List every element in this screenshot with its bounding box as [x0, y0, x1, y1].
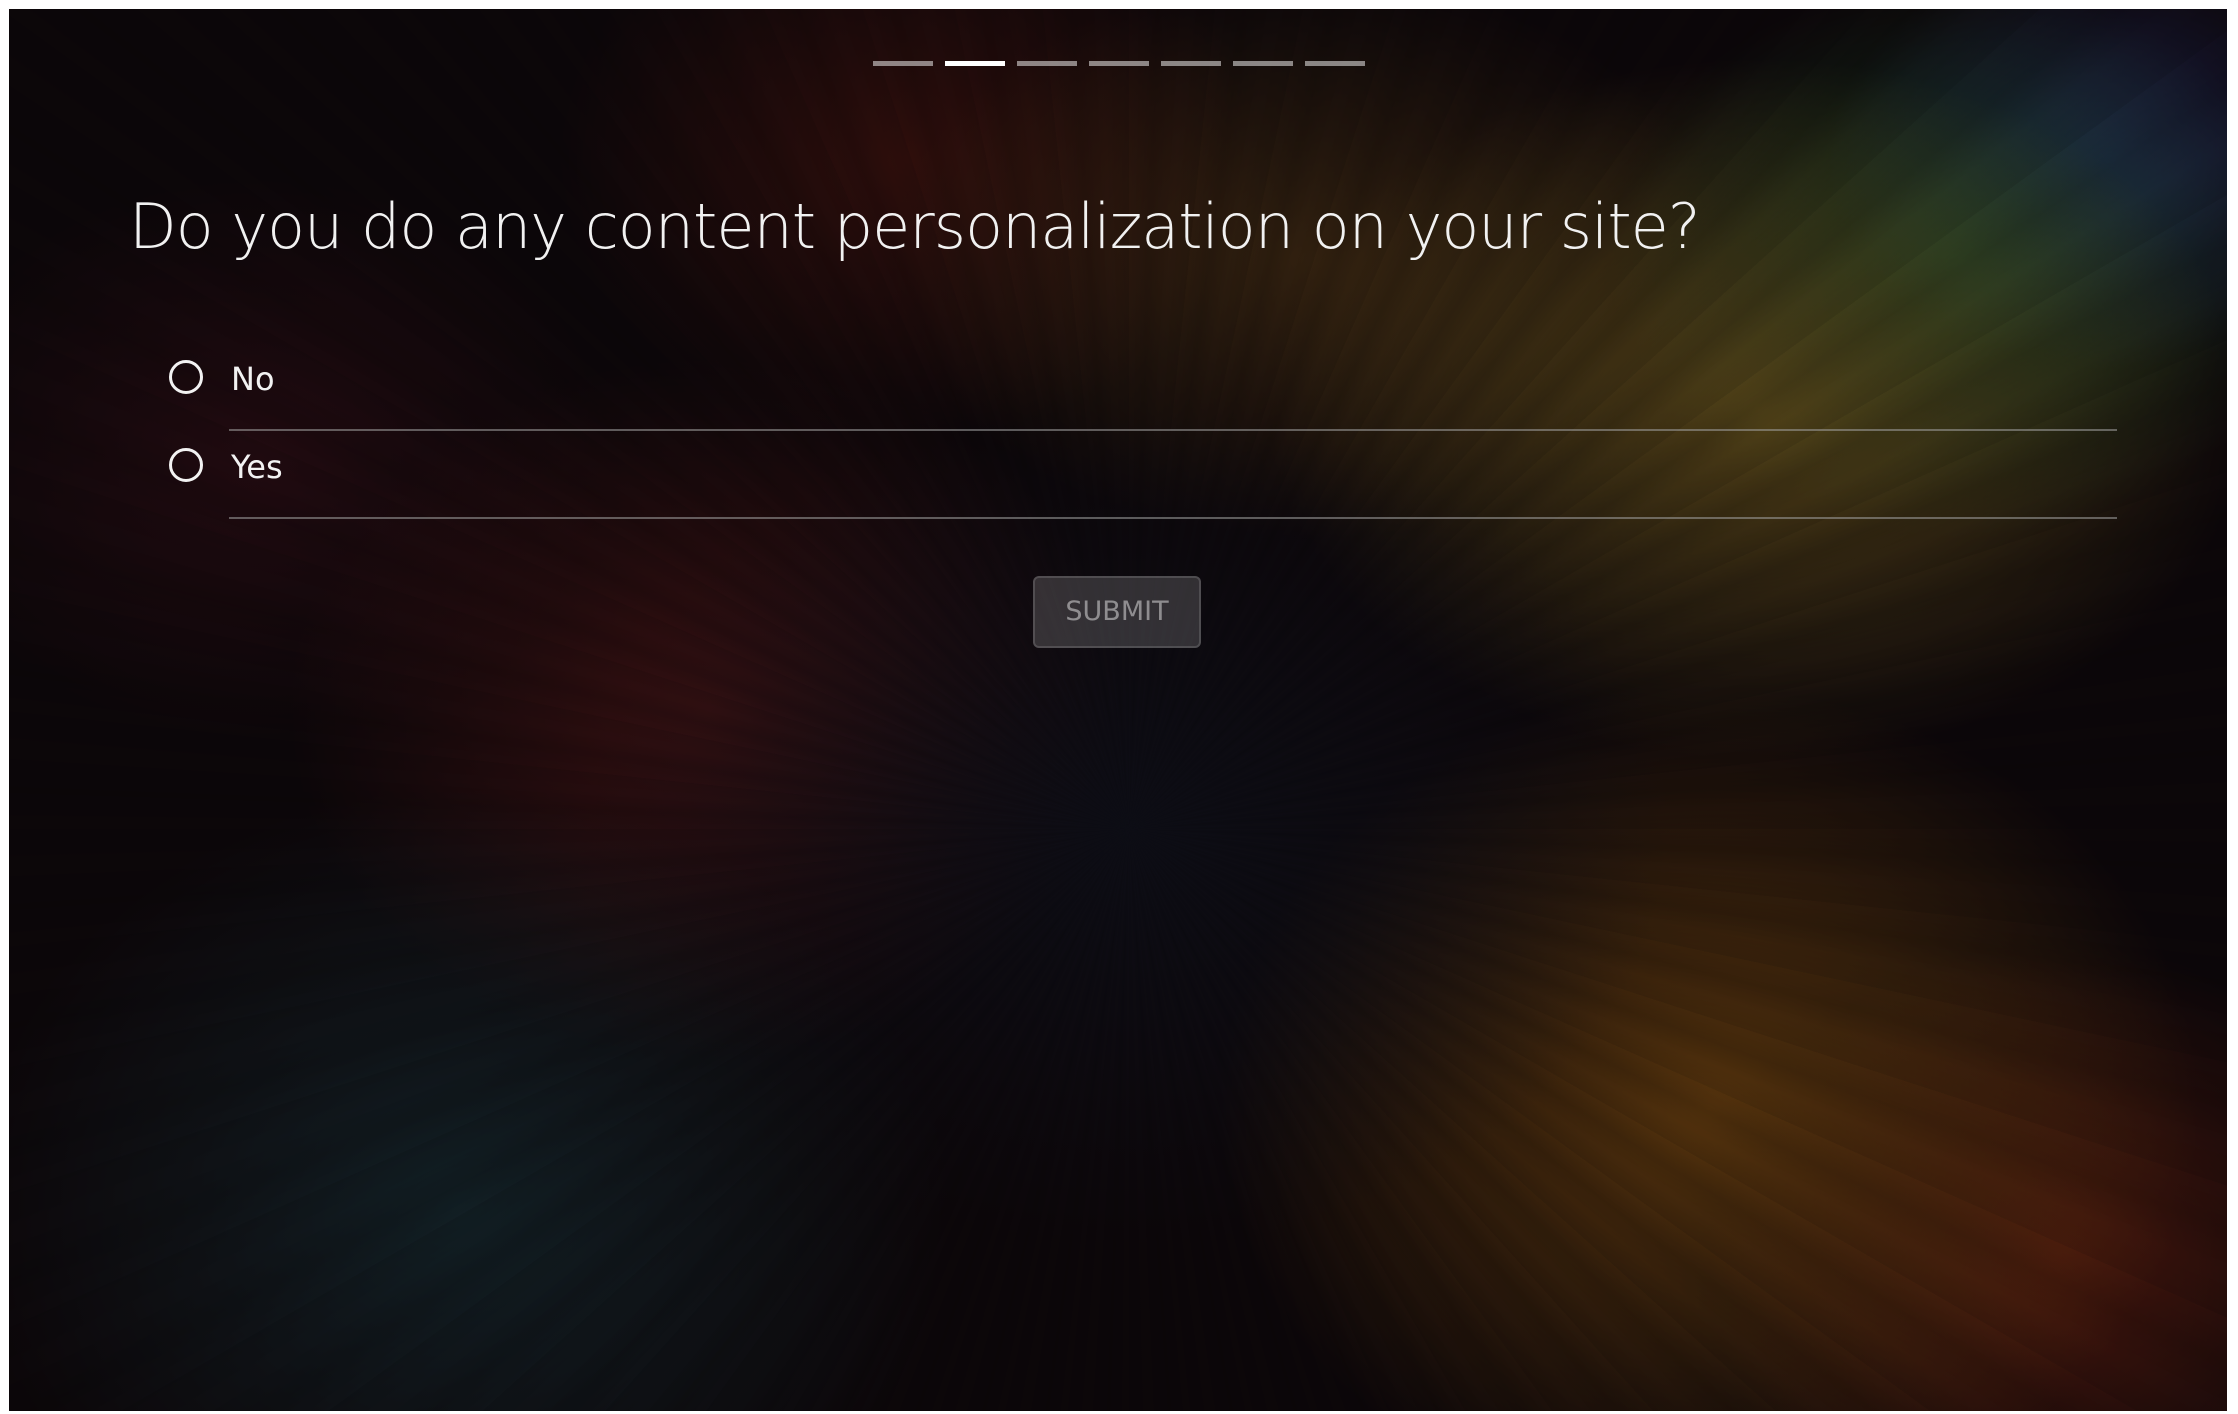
progress-step-3	[1017, 61, 1077, 66]
progress-step-2	[945, 61, 1005, 66]
progress-step-1	[873, 61, 933, 66]
progress-indicator	[873, 61, 1365, 66]
answer-options: No Yes	[169, 343, 2117, 519]
radio-button-icon[interactable]	[169, 448, 203, 482]
progress-step-4	[1089, 61, 1149, 66]
option-no[interactable]: No	[169, 343, 2117, 431]
progress-step-7	[1305, 61, 1365, 66]
survey-frame: Do you do any content personalization on…	[9, 9, 2227, 1411]
radio-button-icon[interactable]	[169, 360, 203, 394]
submit-button[interactable]: SUBMIT	[1033, 576, 1201, 648]
option-yes[interactable]: Yes	[169, 431, 2117, 519]
survey-content: Do you do any content personalization on…	[9, 9, 2227, 1411]
option-divider	[229, 517, 2117, 519]
progress-step-6	[1233, 61, 1293, 66]
question-title: Do you do any content personalization on…	[129, 190, 1701, 263]
option-label[interactable]: Yes	[231, 449, 283, 485]
progress-step-5	[1161, 61, 1221, 66]
option-label[interactable]: No	[231, 361, 275, 397]
